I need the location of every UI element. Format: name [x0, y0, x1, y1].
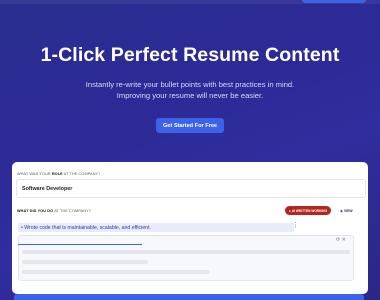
role-input-value: Software Developer: [22, 185, 73, 192]
duty-label-prefix: WHAT DID YOU DO: [17, 209, 55, 213]
hero-subtitle-line2: Improving your resume will never be easi…: [116, 91, 264, 100]
hero-subtitle: Instantly re-write your bullet points wi…: [0, 79, 380, 101]
view-toggle[interactable]: ◉ VIEW: [340, 206, 364, 215]
ai-written-badge[interactable]: ● AI WRITTEN WORKING: [285, 206, 331, 215]
demo-card: WHAT WAS YOUR ROLE AT THE COMPANY? Softw…: [12, 162, 368, 294]
duty-label-suffix: AT THE COMPANY?: [54, 209, 91, 213]
skeleton-line: [22, 260, 148, 264]
top-nav-button[interactable]: [302, 0, 366, 3]
more-vertical-icon[interactable]: ⋮: [292, 221, 299, 229]
duty-question-label: WHAT DID YOU DO AT THE COMPANY?: [17, 209, 91, 213]
role-question-label: WHAT WAS YOUR ROLE AT THE COMPANY?: [17, 172, 100, 176]
role-label-prefix: WHAT WAS YOUR: [17, 172, 52, 176]
skeleton-line: [22, 270, 210, 274]
get-started-button[interactable]: Get Started For Free: [156, 118, 224, 133]
hero-title: 1-Click Perfect Resume Content: [40, 44, 340, 66]
progress-line: [18, 244, 142, 246]
result-panel: [18, 235, 354, 281]
ai-written-badge-label: AI WRITTEN WORKING: [291, 208, 328, 213]
role-input[interactable]: Software Developer: [16, 179, 366, 198]
pin-icon: ●: [288, 208, 291, 213]
bullet-text: • Wrote code that is maintainable, scala…: [21, 224, 151, 231]
view-toggle-label: VIEW: [343, 208, 353, 213]
role-label-suffix: AT THE COMPANY?: [62, 172, 101, 176]
eye-icon: ◉: [340, 208, 343, 213]
bullet-input[interactable]: • Wrote code that is maintainable, scala…: [18, 223, 294, 232]
hero-subtitle-line1: Instantly re-write your bullet points wi…: [85, 80, 295, 89]
skeleton-line: [22, 250, 350, 254]
bottom-action-button[interactable]: [14, 294, 364, 300]
result-controls[interactable]: ⟳ ✕: [336, 237, 346, 243]
role-label-bold: ROLE: [51, 172, 63, 176]
